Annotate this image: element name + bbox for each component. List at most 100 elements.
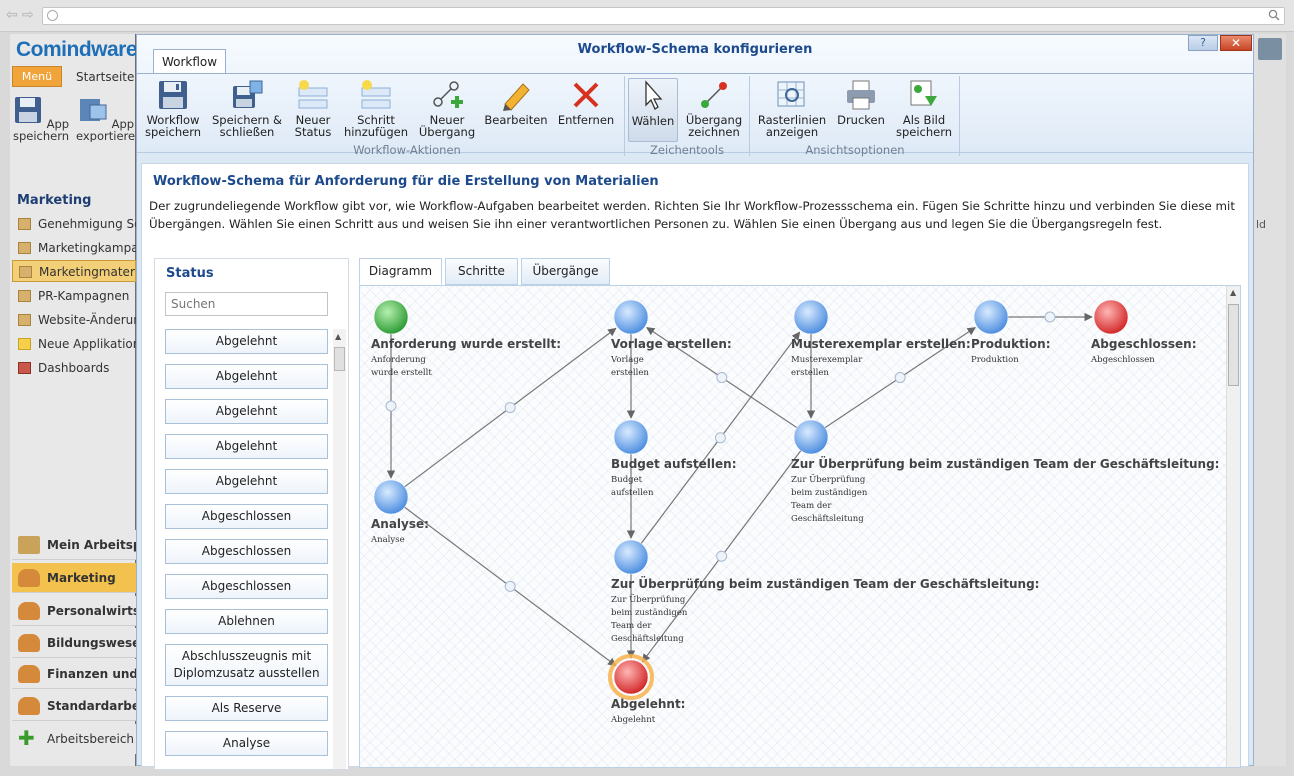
nav-item-active[interactable]: Marketingmateri	[12, 260, 136, 282]
nav-item[interactable]: PR-Kampagnen	[12, 285, 136, 307]
node-sublabel: Musterexemplar	[791, 355, 863, 365]
workflow-diagram[interactable]: Anforderung wurde erstellt: Anforderung wu…	[360, 286, 1226, 768]
status-item[interactable]: Abgelehnt	[165, 364, 328, 389]
node-sublabel: Produktion	[971, 355, 1019, 365]
workflow-node[interactable]	[613, 539, 649, 575]
nav-item[interactable]: Dashboards	[12, 357, 136, 379]
diagram-scrollbar[interactable]: ▲	[1226, 286, 1240, 767]
status-item[interactable]: Abgelehnt	[165, 399, 328, 424]
status-search-input[interactable]	[165, 292, 328, 316]
print-button[interactable]: Drucken	[833, 78, 889, 142]
status-scrollbar[interactable]: ▲	[333, 329, 346, 769]
folder-icon	[18, 290, 31, 302]
remove-button[interactable]: Entfernen	[555, 78, 617, 142]
workflow-node[interactable]	[613, 419, 649, 455]
draw-transition-button[interactable]: Übergang zeichnen	[682, 78, 746, 142]
rbtn-line1: Bearbeiten	[484, 113, 548, 127]
workspace-item[interactable]: Standardarbe	[12, 691, 136, 721]
workflow-node[interactable]	[1093, 299, 1129, 335]
workflow-node[interactable]	[793, 299, 829, 335]
transition-handle[interactable]	[716, 372, 728, 384]
help-button[interactable]: ?	[1188, 35, 1218, 51]
rbtn-line1: Entfernen	[557, 113, 615, 127]
tab-transitions[interactable]: Übergänge	[521, 258, 610, 285]
workspace-label: Personalwirts	[47, 604, 136, 618]
scroll-up-icon[interactable]: ▲	[1230, 288, 1236, 297]
scroll-thumb[interactable]	[334, 347, 345, 371]
workspace-item[interactable]: Mein Arbeitsp	[12, 530, 136, 560]
status-item[interactable]: Abschlusszeugnis mit Diplomzusatz ausste…	[165, 644, 328, 686]
workspace-item-active[interactable]: Marketing	[12, 563, 136, 593]
workflow-node[interactable]	[973, 299, 1009, 335]
status-item[interactable]: Abgeschlossen	[165, 504, 328, 529]
new-status-button[interactable]: Neuer Status	[289, 78, 337, 142]
edit-button[interactable]: Bearbeiten	[483, 78, 549, 142]
people-icon	[18, 665, 40, 683]
node-label: Anforderung wurde erstellt:	[371, 337, 561, 351]
tab-steps[interactable]: Schritte	[445, 258, 518, 285]
status-item[interactable]: Abgelehnt	[165, 329, 328, 354]
workflow-node[interactable]	[613, 659, 649, 695]
transition-handle[interactable]	[504, 580, 516, 592]
transition-handle[interactable]	[1044, 311, 1056, 323]
search-icon[interactable]	[1268, 9, 1280, 21]
workspace-item[interactable]: Bildungswese	[12, 628, 136, 658]
status-item[interactable]: Abgelehnt	[165, 434, 328, 459]
status-item[interactable]: Abgeschlossen	[165, 574, 328, 599]
workspace-item[interactable]: Personalwirts	[12, 596, 136, 626]
save-as-image-button[interactable]: Als Bild speichern	[893, 78, 955, 142]
select-tool-button[interactable]: Wählen	[628, 78, 678, 142]
section-title: Marketing	[17, 193, 92, 208]
nav-item[interactable]: Website-Änderun	[12, 309, 136, 331]
status-item[interactable]: Analyse	[165, 731, 328, 756]
forward-arrow-icon[interactable]: ⇨	[22, 7, 34, 23]
transition-handle[interactable]	[385, 400, 397, 412]
add-step-icon	[361, 80, 391, 109]
scroll-thumb[interactable]	[1228, 304, 1239, 386]
status-item[interactable]: Als Reserve	[165, 696, 328, 721]
node-label: Abgelehnt:	[611, 697, 685, 711]
status-item[interactable]: Abgeschlossen	[165, 539, 328, 564]
start-tab[interactable]: Startseite	[76, 70, 134, 84]
diagram-canvas[interactable]: Anforderung wurde erstellt: Anforderung wu…	[359, 285, 1241, 768]
status-item[interactable]: Abgelehnt	[165, 469, 328, 494]
address-bar[interactable]	[42, 7, 1285, 25]
app-save-button[interactable]: App speichern	[11, 95, 71, 142]
transition-handle[interactable]	[504, 402, 516, 414]
scroll-up-icon[interactable]: ▲	[335, 332, 341, 341]
new-transition-button[interactable]: Neuer Übergang	[415, 78, 479, 142]
transition-handle[interactable]	[716, 550, 728, 562]
nav-item[interactable]: Genehmigung So	[12, 213, 136, 235]
rbtn-line1: Wählen	[631, 114, 675, 128]
close-button[interactable]: ✕	[1220, 35, 1252, 51]
home-icon	[18, 536, 40, 554]
workspace-item[interactable]: Finanzen und	[12, 659, 136, 689]
tab-diagram[interactable]: Diagramm	[359, 258, 442, 285]
nav-item[interactable]: Marketingkampa	[12, 237, 136, 259]
add-step-button[interactable]: Schritt hinzufügen	[341, 78, 411, 142]
transition-handle[interactable]	[714, 432, 726, 444]
back-arrow-icon[interactable]: ⇦	[6, 7, 18, 23]
add-workspace-button[interactable]: ✚ Arbeitsbereich	[12, 724, 136, 754]
transition-handle[interactable]	[894, 372, 906, 384]
search-icon[interactable]	[1258, 38, 1282, 60]
show-gridlines-button[interactable]: Rasterlinien anzeigen	[755, 78, 829, 142]
content-area: Workflow-Schema für Anforderung für die …	[141, 163, 1249, 770]
workflow-node[interactable]	[373, 479, 409, 515]
workflow-node[interactable]	[613, 299, 649, 335]
node-sublabel: Team der	[611, 621, 652, 631]
workflow-node[interactable]	[793, 419, 829, 455]
folder-icon	[18, 242, 31, 254]
nav-item[interactable]: Neue Applikation	[12, 333, 136, 355]
right-partial-text: ld	[1256, 218, 1267, 231]
status-item[interactable]: Ablehnen	[165, 609, 328, 634]
nav-item-label: PR-Kampagnen	[38, 289, 130, 303]
save-and-close-button[interactable]: Speichern & schließen	[209, 78, 285, 142]
folder-icon	[18, 218, 31, 230]
menu-tab[interactable]: Menü	[12, 66, 62, 87]
workflow-save-button[interactable]: Workflow speichern	[143, 78, 203, 142]
ribbon: Workflow speichern Speichern & schließen N…	[137, 73, 1253, 157]
workflow-node[interactable]	[373, 299, 409, 335]
tab-workflow[interactable]: Workflow	[153, 49, 226, 73]
app-export-button[interactable]: App exportieren	[76, 95, 136, 142]
